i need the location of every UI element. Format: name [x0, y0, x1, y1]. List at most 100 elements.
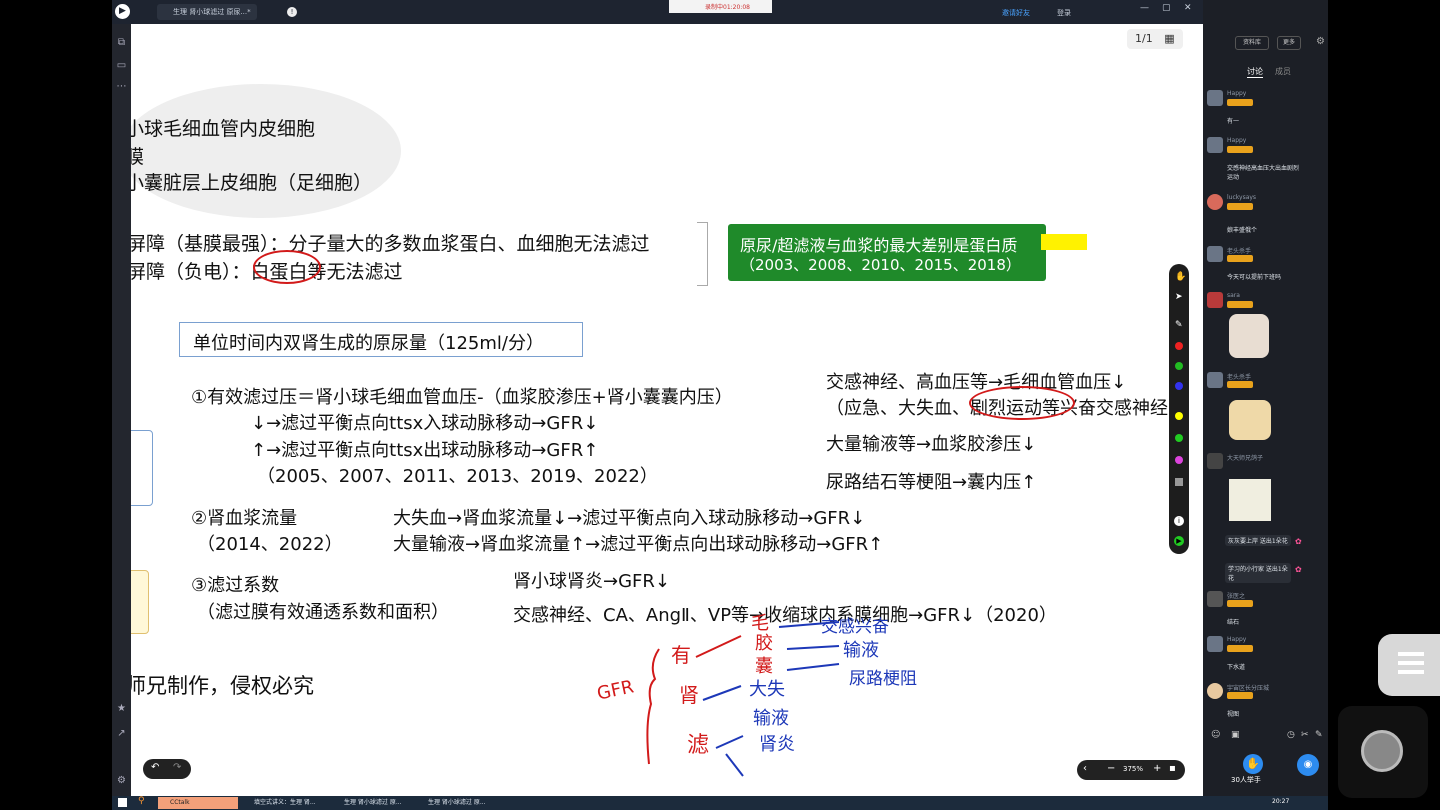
red-pen-icon[interactable]	[1175, 342, 1183, 350]
pen-tool-icon[interactable]: ✎	[1175, 320, 1183, 330]
level-badge	[1227, 203, 1253, 210]
info-icon[interactable]: !	[287, 7, 297, 17]
chat-username: Happy	[1227, 90, 1247, 97]
scissors-icon[interactable]: ✂	[1301, 730, 1309, 740]
more-icon[interactable]: ⋯	[115, 80, 128, 93]
gift-text: 灰灰要上岸 送出1朵花	[1225, 535, 1291, 546]
avatar	[1207, 372, 1223, 388]
pink-marker-icon[interactable]	[1175, 456, 1183, 464]
chat-username: sara	[1227, 292, 1240, 299]
chat-settings-icon[interactable]: ⚙	[1316, 36, 1325, 47]
avatar	[1207, 683, 1223, 699]
emoji-icon[interactable]: ☺	[1211, 730, 1220, 740]
edit-icon[interactable]: ✎	[1315, 730, 1323, 740]
chat-panel: 资料库 更多 ⚙ 讨论 成员 Happy 有一 Happy 交感神经高血压大出血…	[1203, 0, 1328, 796]
copy-icon[interactable]: ⧉	[115, 36, 128, 49]
chat-tools: ☺ ▣ ◷ ✂ ✎	[1203, 730, 1328, 746]
sticker-image	[1229, 400, 1271, 440]
search-icon[interactable]: ⚲	[138, 796, 145, 806]
eraser-icon[interactable]	[1175, 478, 1183, 486]
image-icon[interactable]: ▣	[1231, 730, 1240, 740]
chat-text: 今天可以提前下班吗	[1227, 274, 1282, 281]
blue-pen-icon[interactable]	[1175, 382, 1183, 390]
clock-icon[interactable]: ◷	[1287, 730, 1295, 740]
chat-username: luckysays	[1227, 194, 1257, 201]
green-pen-icon[interactable]	[1175, 362, 1183, 370]
avatar	[1207, 591, 1223, 607]
yellow-pen-icon[interactable]	[1175, 412, 1183, 420]
info-tool-icon[interactable]: i	[1174, 516, 1184, 526]
fit-screen-icon[interactable]: ▪	[1169, 763, 1176, 774]
record-icon	[1361, 730, 1403, 772]
zoom-in-icon[interactable]: +	[1153, 763, 1161, 774]
chat-more-button[interactable]: 更多	[1277, 36, 1301, 50]
sticker-image	[1229, 314, 1269, 358]
star-icon[interactable]: ★	[115, 702, 128, 715]
taskbar-item[interactable]: 生理 肾小球滤过 原...	[332, 797, 412, 809]
raise-hand-button[interactable]: ✋ 30人举手	[1231, 752, 1269, 784]
chat-library-button[interactable]: 资料库	[1235, 36, 1269, 50]
maximize-icon[interactable]: ▢	[1162, 3, 1171, 13]
chat-username: 老头杀手	[1227, 374, 1252, 381]
close-icon[interactable]: ✕	[1184, 3, 1192, 13]
play-tool-icon[interactable]: ▶	[1174, 536, 1184, 546]
taskbar-clock: 20:27	[1272, 798, 1290, 805]
chat-text: 视图	[1227, 711, 1240, 718]
hand-tool-icon[interactable]: ✋	[1175, 272, 1186, 282]
level-badge	[1227, 99, 1253, 106]
window-titlebar: ▶ 生理 肾小球滤过 原尿...* ! 录制中01:20:08 邀请好友 登录 …	[112, 0, 1328, 24]
avatar	[1207, 453, 1223, 469]
book-icon[interactable]: ▭	[115, 59, 128, 72]
flower-icon: ✿	[1295, 537, 1302, 546]
chat-username: Happy	[1227, 636, 1247, 643]
sticker-image	[1229, 479, 1271, 521]
avatar	[1207, 90, 1223, 106]
tab-members[interactable]: 成员	[1275, 66, 1291, 77]
hand-icon: ✋	[1243, 754, 1263, 774]
menu-float-button[interactable]	[1378, 634, 1440, 696]
chat-bubble-button[interactable]: ◉	[1297, 754, 1319, 776]
settings-icon[interactable]: ⚙	[115, 774, 128, 787]
level-badge	[1227, 146, 1253, 153]
green-marker-icon[interactable]	[1175, 434, 1183, 442]
level-badge	[1227, 381, 1253, 388]
minimize-icon[interactable]: —	[1140, 3, 1149, 13]
zoom-level: 375%	[1123, 765, 1144, 773]
undo-icon[interactable]: ↶	[151, 762, 159, 773]
avatar	[1207, 137, 1223, 153]
pointer-tool-icon[interactable]: ➤	[1175, 292, 1183, 302]
chat-text: 娘丰盛俄个	[1227, 227, 1258, 234]
start-icon[interactable]	[118, 798, 127, 807]
raise-hand-count: 30人举手	[1231, 776, 1261, 784]
zoom-out-icon[interactable]: −	[1107, 763, 1115, 774]
share-icon[interactable]: ↗	[115, 727, 128, 740]
zoom-back-icon[interactable]: ‹	[1083, 763, 1087, 774]
avatar	[1207, 194, 1223, 210]
left-toolbar: ⧉ ▭ ⋯ ★ ↗ ⚙	[112, 24, 131, 796]
chat-username: 大天师兄鸽子	[1227, 455, 1264, 462]
invite-button[interactable]: 邀请好友	[1002, 8, 1030, 18]
level-badge	[1227, 692, 1253, 699]
taskbar-item[interactable]: 生理 肾小球滤过 原...	[416, 797, 502, 809]
recording-indicator: 录制中01:20:08	[669, 0, 772, 13]
taskbar-item[interactable]: 填空式讲义：生理 肾...	[242, 797, 328, 809]
avatar	[1207, 246, 1223, 262]
tab-discussion[interactable]: 讨论	[1247, 66, 1263, 78]
chat-text: 结石	[1227, 619, 1240, 626]
chat-username: 老头杀手	[1227, 248, 1252, 255]
gift-text: 学习的小行家 送出1朵花	[1225, 563, 1291, 583]
flower-icon: ✿	[1295, 565, 1302, 574]
avatar	[1207, 636, 1223, 652]
chat-username: 张医之	[1227, 593, 1246, 600]
taskbar-item[interactable]: CCtalk	[158, 797, 238, 809]
chat-username: 宇宙区长分压城	[1227, 685, 1270, 692]
document-tab[interactable]: 生理 肾小球滤过 原尿...*	[157, 4, 257, 20]
login-button[interactable]: 登录	[1057, 8, 1071, 18]
level-badge	[1227, 301, 1253, 308]
record-float-button[interactable]	[1338, 706, 1428, 798]
redo-icon[interactable]: ↷	[173, 762, 181, 773]
taskbar: ⚲ CCtalk 填空式讲义：生理 肾... 生理 肾小球滤过 原... 生理 …	[112, 796, 1328, 810]
app-logo-icon: ▶	[115, 4, 130, 19]
list-icon	[1398, 652, 1424, 656]
whiteboard: 1/1 ▦ 小球毛细血管内皮细胞 膜 小囊脏层上皮细胞（足细胞） 屏障（基膜最强…	[131, 24, 1203, 796]
